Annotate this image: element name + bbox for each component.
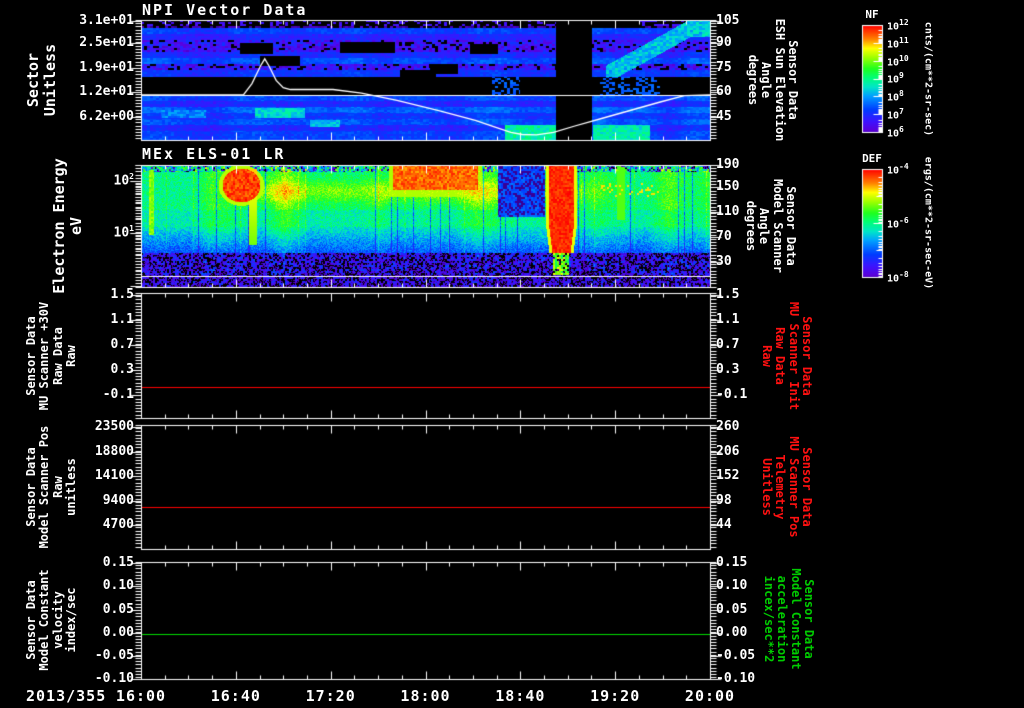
y-tick-label-left: 1.2e+01 <box>79 84 134 99</box>
y-tick-label-right: 75 <box>716 60 732 75</box>
y-tick-label-right: 0.15 <box>716 555 748 571</box>
y-tick-label-right: 1.1 <box>716 312 740 327</box>
y-tick-label-right: 110 <box>716 203 740 219</box>
y-tick-label-right: 0.3 <box>716 362 740 377</box>
y-tick-label-right: 260 <box>716 418 740 434</box>
y-tick-label-left: 9400 <box>102 492 134 508</box>
y-tick-label-left: 3.1e+01 <box>79 13 134 29</box>
y-tick-label-left: 0.15 <box>102 555 134 571</box>
colorbar-tick-label: 109 <box>887 71 904 86</box>
colorbar-tick-label: 10-8 <box>887 270 909 285</box>
x-tick-label: 16:40 <box>210 687 261 705</box>
y-tick-label-left: 0.05 <box>102 601 134 617</box>
y-tick-label-left: 6.2e+00 <box>79 109 134 125</box>
y-tick-label-left: 4700 <box>102 517 134 533</box>
y-tick-label-right: 152 <box>716 468 740 484</box>
y-tick-label-right: -0.10 <box>716 671 756 686</box>
y-tick-label-right: 45 <box>716 109 732 125</box>
y-tick-label-left: 101 <box>113 224 134 241</box>
y-tick-label-right: 190 <box>716 157 740 172</box>
x-tick-label: 19:20 <box>590 687 641 705</box>
mex-quicklook-plot-viewer: NPI Vector Data MEx ELS-01 LR Sector Uni… <box>0 0 1024 708</box>
x-tick-label: 20:00 <box>684 687 736 705</box>
y-tick-label-left: 102 <box>113 171 134 189</box>
y-tick-label-right: 206 <box>716 443 740 459</box>
colorbar-tick-label: 1011 <box>887 35 909 51</box>
y-tick-label-right: 60 <box>716 84 732 99</box>
y-tick-label-right: 98 <box>716 492 732 508</box>
colorbar-tick-label: 1012 <box>887 18 909 33</box>
plot-canvas <box>0 0 1024 708</box>
x-tick-label: 18:40 <box>495 687 546 705</box>
y-tick-label-right: 70 <box>716 228 732 244</box>
date-label: 2013/355 <box>26 687 107 705</box>
y-tick-label-right: 150 <box>716 178 740 194</box>
x-tick-label: 17:20 <box>305 687 356 705</box>
y-tick-label-left: 1.5 <box>110 287 134 302</box>
panel-title-npi: NPI Vector Data <box>142 1 308 19</box>
y-tick-label-right: 0.05 <box>716 601 748 617</box>
y-tick-label-left: 1.1 <box>110 312 134 327</box>
colorbar-tick-label: 10-4 <box>887 162 909 177</box>
y-tick-label-right: 0.10 <box>716 578 748 594</box>
y-tick-label-right: -0.1 <box>716 387 748 402</box>
colorbar-units-nf: cnts/(cm**2-sr-sec) <box>922 21 934 137</box>
y-tick-label-left: 0.00 <box>102 624 134 640</box>
y-tick-label-left: -0.05 <box>94 647 134 663</box>
colorbar-tick-label: 10-6 <box>887 216 909 231</box>
y-tick-label-right: 0.00 <box>716 624 748 640</box>
colorbar-tick-label: 108 <box>887 89 904 104</box>
y-tick-label-right: 0.7 <box>716 337 740 352</box>
y-tick-label-left: 0.7 <box>110 337 134 352</box>
y-tick-label-left: 1.9e+01 <box>79 60 134 75</box>
y-tick-label-right: -0.05 <box>716 647 756 663</box>
colorbar-tick-label: 1010 <box>887 53 909 68</box>
y-tick-label-left: -0.10 <box>94 671 134 686</box>
y-tick-label-left: 14100 <box>94 468 134 484</box>
colorbar-tick-label: 107 <box>887 107 904 122</box>
y-tick-label-left: 2.5e+01 <box>79 34 134 50</box>
y-tick-label-left: 18800 <box>94 443 134 459</box>
colorbar-units-def: ergs/(cm**2-sr-sec-eV) <box>922 156 934 290</box>
y-tick-label-left: -0.1 <box>102 387 134 402</box>
y-tick-label-right: 90 <box>716 34 732 50</box>
y-tick-label-right: 105 <box>716 13 740 29</box>
colorbar-tick-label: 106 <box>887 124 904 140</box>
y-tick-label-left: 0.3 <box>110 362 134 377</box>
y-tick-label-right: 44 <box>716 517 732 533</box>
x-tick-label: 18:00 <box>400 687 451 705</box>
x-tick-label: 16:00 <box>115 687 167 705</box>
y-tick-label-left: 23500 <box>94 418 134 434</box>
y-tick-label-left: 0.10 <box>102 578 134 594</box>
panel-title-els: MEx ELS-01 LR <box>142 145 286 163</box>
y-axis-title-npi: Sector Unitless <box>24 43 59 117</box>
y-tick-label-right: 1.5 <box>716 287 740 302</box>
y-tick-label-right: 30 <box>716 253 732 269</box>
